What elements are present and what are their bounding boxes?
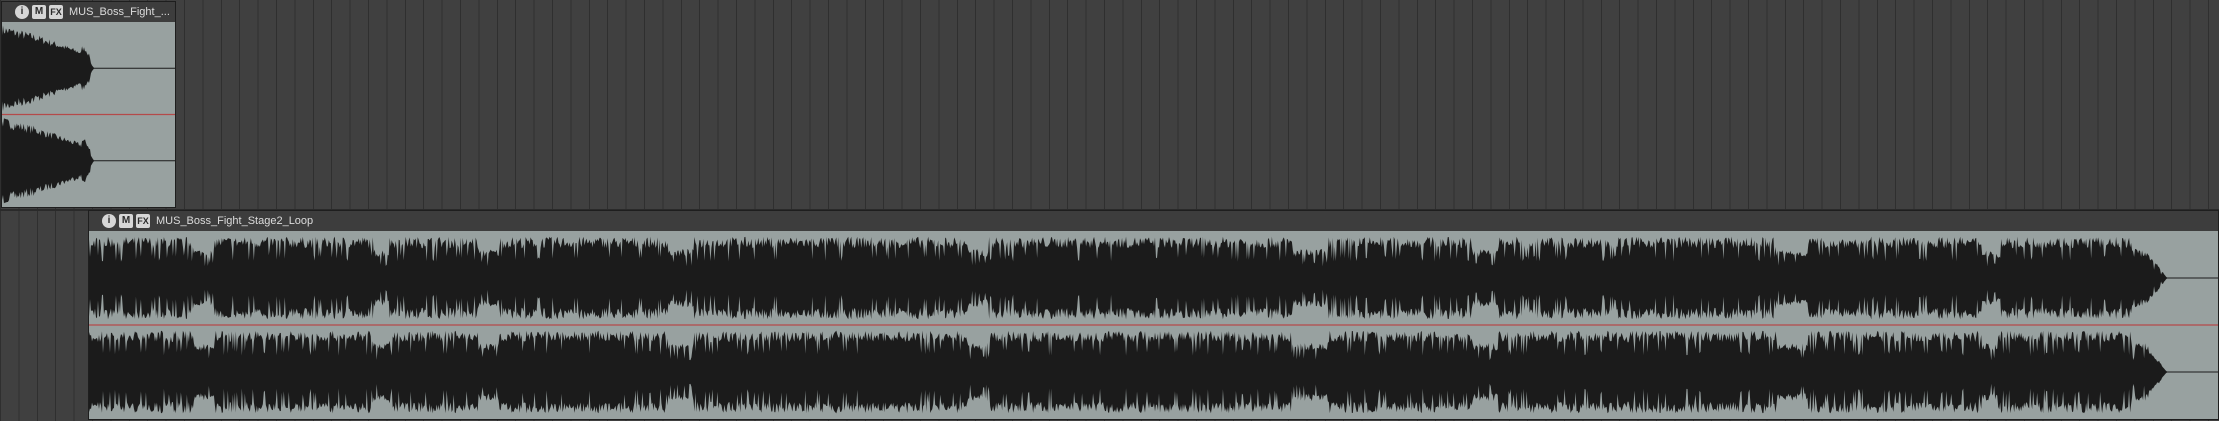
info-circle-icon[interactable]: i (15, 5, 29, 19)
item-header[interactable]: i M FX MUS_Boss_Fight_Stage2_Loop (89, 211, 2218, 231)
item-name: MUS_Boss_Fight_Stage2_Loop (156, 215, 314, 227)
fx-icon[interactable]: FX (136, 214, 150, 228)
waveform-area[interactable] (89, 231, 2218, 419)
waveform-channel (89, 330, 2218, 414)
media-item-boss-fight[interactable]: i M FX MUS_Boss_Fight_... (1, 1, 176, 208)
item-name: MUS_Boss_Fight_... (69, 6, 170, 18)
arrange-view[interactable]: i M FX MUS_Boss_Fight_... i M FX MUS_Bos… (0, 0, 2219, 421)
mute-icon[interactable]: M (32, 5, 46, 19)
media-item-boss-fight-stage2-loop[interactable]: i M FX MUS_Boss_Fight_Stage2_Loop (88, 210, 2219, 420)
waveform (89, 236, 2218, 414)
waveform-area[interactable] (2, 22, 175, 207)
info-circle-icon[interactable]: i (102, 214, 116, 228)
waveform-channel (2, 25, 175, 112)
item-header[interactable]: i M FX MUS_Boss_Fight_... (2, 2, 175, 22)
waveform-channel (89, 236, 2218, 320)
fx-icon[interactable]: FX (49, 5, 63, 19)
waveform-channel (2, 118, 175, 204)
mute-icon[interactable]: M (119, 214, 133, 228)
waveform (2, 25, 175, 204)
